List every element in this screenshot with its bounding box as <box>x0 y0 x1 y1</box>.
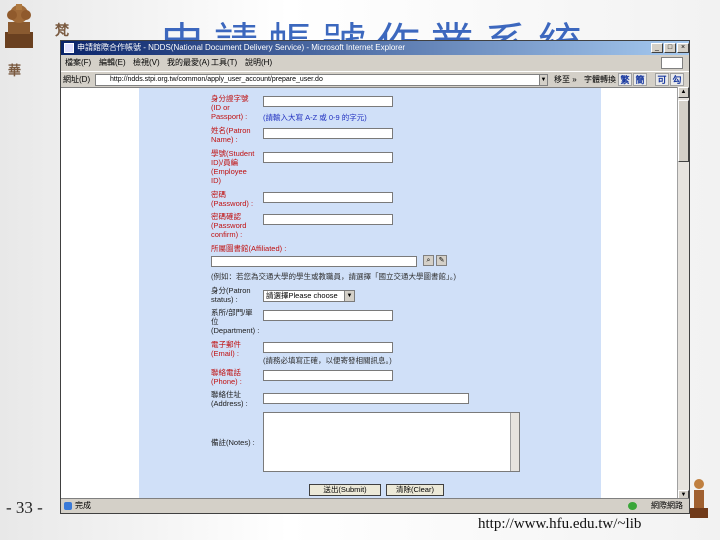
patron-status-select[interactable]: 請選擇Please choose ▼ <box>263 290 355 302</box>
clear-icon[interactable]: ✎ <box>436 255 447 266</box>
department-input[interactable] <box>263 310 393 321</box>
status-zone: 網際網路 <box>651 501 683 510</box>
menu-help[interactable]: 說明(H) <box>245 55 272 71</box>
vertical-scrollbar[interactable]: ▲ ▼ <box>677 87 689 501</box>
windows-logo-icon <box>661 57 683 69</box>
password-confirm-input[interactable] <box>263 214 393 225</box>
minimize-button[interactable]: _ <box>651 43 663 53</box>
patron-status-value: 請選擇Please choose <box>266 291 338 300</box>
name-label: 姓名(Patron Name) : <box>211 126 251 144</box>
maximize-button[interactable]: □ <box>664 43 676 53</box>
font-convert-label: 字體轉換 <box>584 75 616 84</box>
university-logo <box>2 2 36 50</box>
browser-window: 申請館際合作帳號 - NDDS(National Document Delive… <box>60 40 690 514</box>
submit-button[interactable]: 送出(Submit) <box>309 484 381 496</box>
calligraphy-left: 華 <box>8 64 22 79</box>
close-button[interactable]: × <box>677 43 689 53</box>
scroll-up-button[interactable]: ▲ <box>678 87 689 98</box>
title-bar: 申請館際合作帳號 - NDDS(National Document Delive… <box>61 41 689 55</box>
student-id-input[interactable] <box>263 152 393 163</box>
go-button[interactable]: 移至 » <box>554 72 577 88</box>
affiliated-label: 所屬圖書館(Affiliated) : <box>211 244 287 253</box>
student-id-label: 學號(Student ID)/員編 (Employee ID) <box>211 149 255 185</box>
application-form: 身分證字號 (ID or Passport) : (請輸入大寫 A-Z 或 0-… <box>139 88 601 502</box>
internet-zone-icon <box>628 502 637 510</box>
email-input[interactable] <box>263 342 393 353</box>
slide-number: - 33 - <box>6 498 43 517</box>
address-field-label: 聯絡住址 (Address) : <box>211 390 248 408</box>
menu-edit[interactable]: 編輯(E) <box>99 55 126 71</box>
calligraphy-top: 梵 <box>55 23 69 39</box>
phone-label: 聯絡電話 (Phone) : <box>211 368 242 386</box>
id-label: 身分證字號 (ID or Passport) : <box>211 94 249 121</box>
menu-favorites[interactable]: 我的最愛(A) <box>167 55 210 71</box>
id-input[interactable] <box>263 96 393 107</box>
email-hint: (請務必填寫正確，以便寄發相關訊息。) <box>263 356 392 365</box>
address-value: http://ndds.stpi.org.tw/common/apply_use… <box>110 76 323 83</box>
decorative-figure-icon <box>684 476 714 520</box>
notes-label: 備註(Notes) : <box>211 438 255 447</box>
id-hint: (請輸入大寫 A-Z 或 0-9 的字元) <box>263 113 367 122</box>
patron-status-label: 身分(Patron status) : <box>211 286 251 304</box>
affiliated-hint: (例如：若您為交通大學的學生或教職員，請選擇「國立交通大學圖書館」。) <box>211 272 456 281</box>
name-input[interactable] <box>263 128 393 139</box>
toolbar-button-2[interactable]: 勾 <box>670 73 684 86</box>
notes-scrollbar[interactable] <box>510 413 519 471</box>
password-input[interactable] <box>263 192 393 203</box>
chevron-down-icon: ▼ <box>344 291 354 301</box>
menu-view[interactable]: 檢視(V) <box>133 55 160 71</box>
address-input[interactable]: http://ndds.stpi.org.tw/common/apply_use… <box>95 74 547 86</box>
scroll-thumb[interactable] <box>678 100 689 162</box>
menu-file[interactable]: 檔案(F) <box>65 55 91 71</box>
email-label: 電子郵件 (Email) : <box>211 340 241 358</box>
status-bar: 完成 網際網路 <box>61 498 689 513</box>
address-field-input[interactable] <box>263 393 469 404</box>
ie-icon <box>64 43 74 53</box>
address-dropdown[interactable]: ▼ <box>539 74 548 86</box>
window-title: 申請館際合作帳號 - NDDS(National Document Delive… <box>77 43 406 52</box>
address-bar: 網址(D) http://ndds.stpi.org.tw/common/app… <box>61 71 689 88</box>
address-label: 網址(D) <box>63 75 91 84</box>
phone-input[interactable] <box>263 370 393 381</box>
simplified-chinese-button[interactable]: 簡 <box>633 73 647 86</box>
menu-bar: 檔案(F) 編輯(E) 檢視(V) 我的最愛(A) 工具(T) 說明(H) <box>61 55 689 71</box>
menu-tools[interactable]: 工具(T) <box>211 55 237 71</box>
traditional-chinese-button[interactable]: 繁 <box>618 73 632 86</box>
page-content: 身分證字號 (ID or Passport) : (請輸入大寫 A-Z 或 0-… <box>61 87 679 502</box>
slide-url: http://www.hfu.edu.tw/~lib <box>478 516 642 532</box>
password-confirm-label: 密碼確認 (Password confirm) : <box>211 212 247 239</box>
search-icon[interactable]: ⌕ <box>423 255 434 266</box>
toolbar-button-1[interactable]: 可 <box>655 73 669 86</box>
department-label: 系所/部門/單 位 (Department) : <box>211 308 260 335</box>
page-done-icon <box>64 502 72 510</box>
status-text: 完成 <box>75 501 91 510</box>
affiliated-input[interactable] <box>211 256 417 267</box>
notes-textarea[interactable] <box>263 412 520 472</box>
clear-button[interactable]: 清除(Clear) <box>386 484 444 496</box>
password-label: 密碼 (Password) : <box>211 190 254 208</box>
